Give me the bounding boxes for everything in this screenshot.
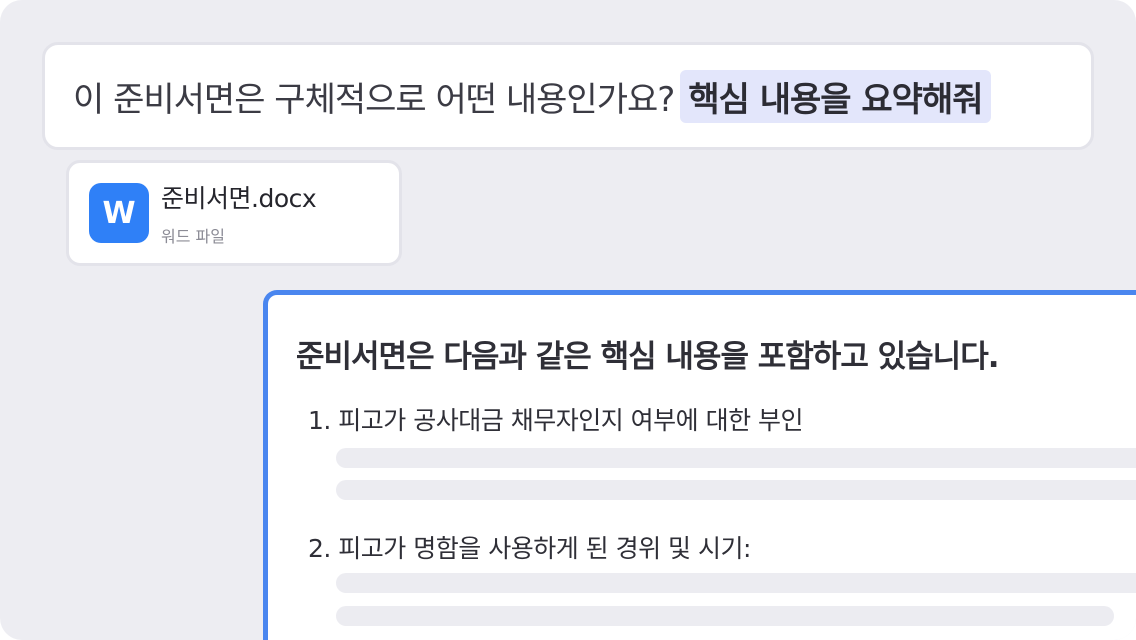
attachment-info: 준비서면.docx 워드 파일: [161, 179, 317, 247]
canvas: 이 준비서면은 구체적으로 어떤 내용인가요? 핵심 내용을 요약해줘 W 준비…: [0, 0, 1136, 640]
loading-skeleton-line: [336, 448, 1136, 468]
answer-title: 준비서면은 다음과 같은 핵심 내용을 포함하고 있습니다.: [296, 339, 999, 375]
prompt-highlight: 핵심 내용을 요약해줘: [680, 69, 991, 123]
loading-skeleton-line: [336, 606, 1114, 626]
attachment-file-name: 준비서면.docx: [161, 184, 317, 213]
word-icon: W: [89, 183, 149, 243]
answer-panel: 준비서면은 다음과 같은 핵심 내용을 포함하고 있습니다. 1. 피고가 공사…: [263, 290, 1136, 640]
answer-list-item: 2. 피고가 명함을 사용하게 된 경위 및 시기:: [308, 534, 751, 563]
prompt-box[interactable]: 이 준비서면은 구체적으로 어떤 내용인가요? 핵심 내용을 요약해줘: [42, 42, 1094, 150]
word-icon-letter: W: [102, 195, 136, 231]
attachment-card[interactable]: W 준비서면.docx 워드 파일: [66, 160, 402, 266]
attachment-file-type: 워드 파일: [161, 227, 225, 246]
prompt-question: 이 준비서면은 구체적으로 어떤 내용인가요?: [73, 79, 675, 120]
loading-skeleton-line: [336, 480, 1136, 500]
loading-skeleton-line: [336, 573, 1136, 593]
answer-list-item: 1. 피고가 공사대금 채무자인지 여부에 대한 부인: [308, 406, 804, 435]
